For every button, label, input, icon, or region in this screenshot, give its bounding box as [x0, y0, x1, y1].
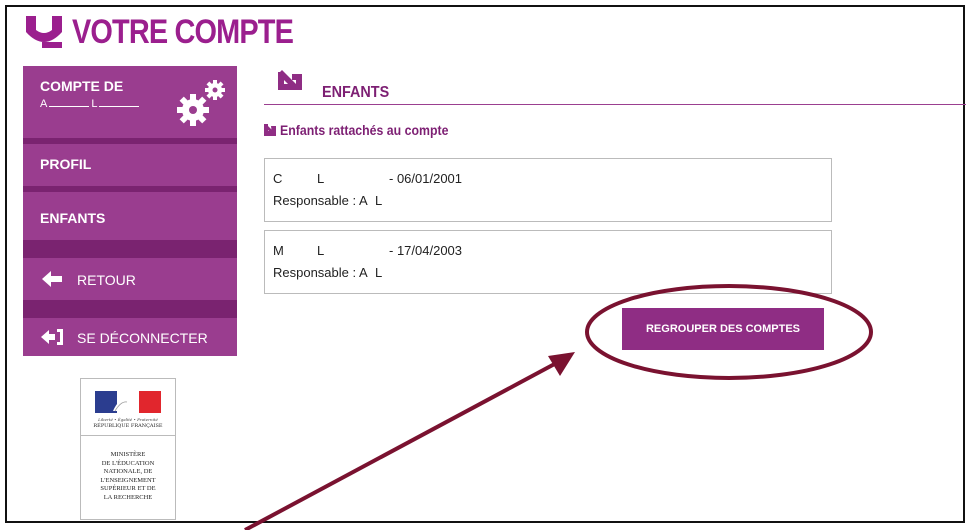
child-first-name: C [273, 171, 283, 186]
responsible-last-name: L [375, 265, 383, 280]
child-last-name: L [317, 171, 325, 186]
sidebar-item-label: ENFANTS [40, 210, 106, 226]
sidebar-item-label: PROFIL [40, 156, 92, 172]
gears-icon [177, 80, 225, 126]
child-identity: M L - 17/04/2003 [273, 243, 462, 258]
child-identity: C L - 06/01/2001 [273, 171, 462, 186]
arrow-swoosh-logo-icon [26, 16, 62, 48]
responsible-last-name: L [375, 193, 383, 208]
sidebar-item-enfants[interactable]: ENFANTS [23, 192, 237, 240]
responsible-label: Responsable : A [273, 265, 368, 280]
child-first-name: M [273, 243, 284, 258]
ministry-motto: Liberté • Égalité • Fraternité [98, 417, 158, 422]
sidebar-item-label: SE DÉCONNECTER [77, 330, 208, 346]
ministry-logo: Liberté • Égalité • Fraternité RÉPUBLIQU… [80, 378, 176, 520]
ministry-republic: RÉPUBLIQUE FRANÇAISE [93, 423, 163, 429]
sidebar-item-retour[interactable]: RETOUR [23, 258, 237, 300]
account-name: AL [40, 98, 141, 110]
logout-icon [41, 329, 63, 345]
arrow-down-right-icon [264, 124, 276, 136]
account-last-name: L [91, 98, 98, 110]
regroup-accounts-button[interactable]: REGROUPER DES COMPTES [622, 308, 824, 350]
sidebar-divider [23, 300, 237, 318]
child-card[interactable]: M L - 17/04/2003 Responsable : A L [264, 230, 832, 294]
sidebar-item-label: RETOUR [77, 272, 136, 288]
child-last-name: L [317, 243, 325, 258]
sidebar-item-profil[interactable]: PROFIL [23, 144, 237, 186]
ministry-name: MINISTÈRE DE L'ÉDUCATION NATIONALE, DE L… [100, 451, 156, 501]
header-brand[interactable]: VOTRE COMPTE [22, 12, 332, 52]
child-responsible: Responsable : A L [273, 265, 382, 280]
sidebar-item-logout[interactable]: SE DÉCONNECTER [23, 318, 237, 356]
page-title: VOTRE COMPTE [72, 13, 294, 51]
sidebar-account[interactable]: COMPTE DE AL [23, 66, 237, 138]
responsible-label: Responsable : A [273, 193, 368, 208]
child-birth-date: - 17/04/2003 [389, 243, 463, 258]
ministry-divider [81, 435, 175, 436]
child-birth-date: - 06/01/2001 [389, 171, 463, 186]
child-responsible: Responsable : A L [273, 193, 382, 208]
sidebar-divider [23, 240, 237, 258]
subsection-title: Enfants rattachés au compte [280, 122, 449, 138]
child-card[interactable]: C L - 06/01/2001 Responsable : A L [264, 158, 832, 222]
name-redaction-line [49, 98, 90, 107]
account-first-name: A [40, 98, 48, 110]
section-title: ENFANTS [322, 84, 390, 101]
arrow-left-icon [42, 271, 62, 287]
arrow-down-right-icon [278, 70, 302, 90]
section-divider [264, 104, 966, 105]
account-label: COMPTE DE [40, 78, 124, 94]
marianne-flag-logo-icon [95, 391, 161, 413]
sidebar: COMPTE DE AL PROFIL ENFANTS RETOUR SE DÉ… [23, 66, 237, 356]
name-redaction-line [99, 98, 140, 107]
